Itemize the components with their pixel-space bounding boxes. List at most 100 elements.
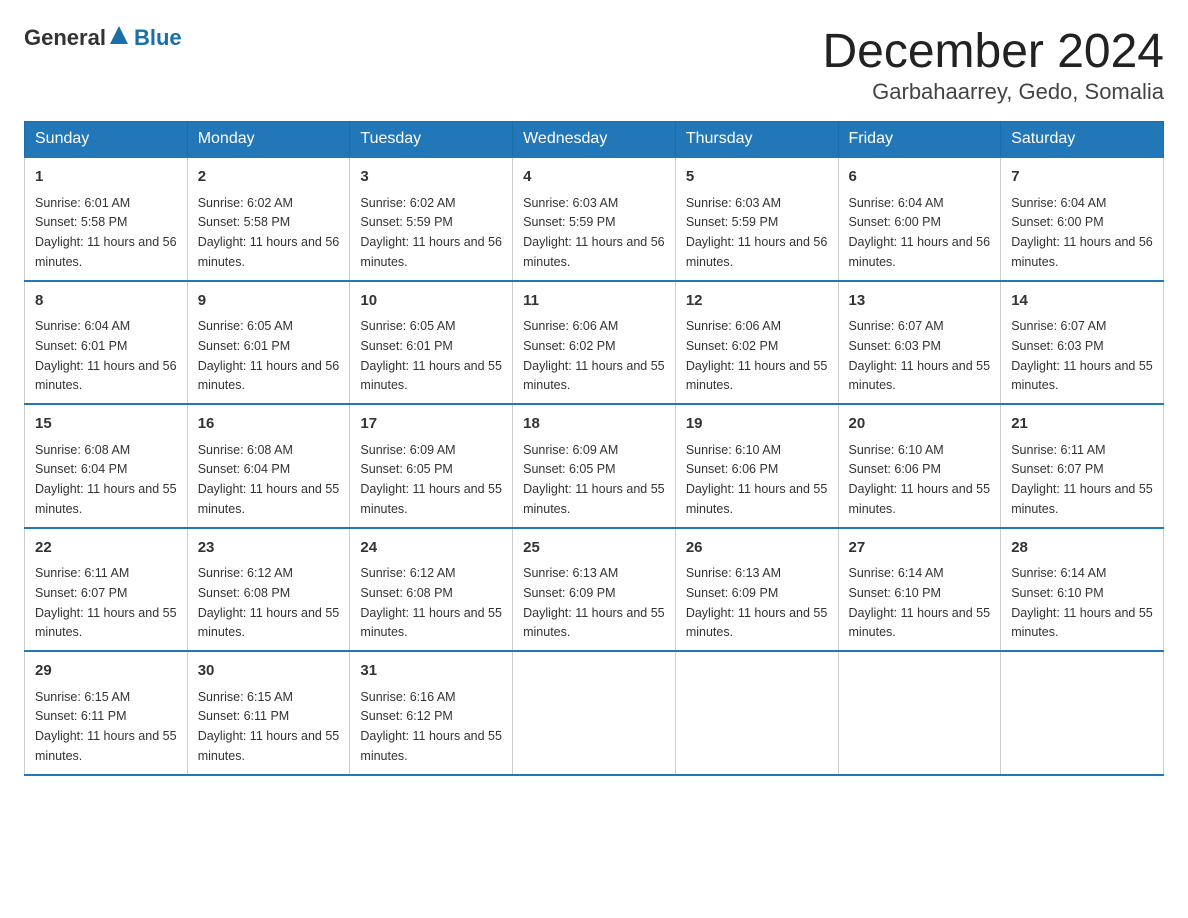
day-info: Sunrise: 6:05 AMSunset: 6:01 PMDaylight:… <box>198 319 340 392</box>
calendar-week-row: 22 Sunrise: 6:11 AMSunset: 6:07 PMDaylig… <box>25 528 1164 652</box>
day-number: 8 <box>35 290 177 313</box>
day-number: 3 <box>360 166 502 189</box>
logo-triangle-icon <box>108 24 130 46</box>
day-number: 12 <box>686 290 828 313</box>
calendar-header-row: SundayMondayTuesdayWednesdayThursdayFrid… <box>25 122 1164 158</box>
day-info: Sunrise: 6:12 AMSunset: 6:08 PMDaylight:… <box>198 566 340 639</box>
calendar-cell: 15 Sunrise: 6:08 AMSunset: 6:04 PMDaylig… <box>25 404 188 528</box>
calendar-cell: 31 Sunrise: 6:16 AMSunset: 6:12 PMDaylig… <box>350 651 513 775</box>
day-number: 30 <box>198 660 340 683</box>
calendar-cell: 10 Sunrise: 6:05 AMSunset: 6:01 PMDaylig… <box>350 281 513 405</box>
calendar-cell: 27 Sunrise: 6:14 AMSunset: 6:10 PMDaylig… <box>838 528 1001 652</box>
day-number: 18 <box>523 413 665 436</box>
day-number: 9 <box>198 290 340 313</box>
day-number: 27 <box>849 537 991 560</box>
logo: General Blue <box>24 24 182 52</box>
calendar-cell: 20 Sunrise: 6:10 AMSunset: 6:06 PMDaylig… <box>838 404 1001 528</box>
day-info: Sunrise: 6:11 AMSunset: 6:07 PMDaylight:… <box>1011 443 1153 516</box>
calendar-cell: 9 Sunrise: 6:05 AMSunset: 6:01 PMDayligh… <box>187 281 350 405</box>
calendar-cell <box>675 651 838 775</box>
calendar-cell: 29 Sunrise: 6:15 AMSunset: 6:11 PMDaylig… <box>25 651 188 775</box>
day-number: 17 <box>360 413 502 436</box>
day-info: Sunrise: 6:04 AMSunset: 6:00 PMDaylight:… <box>849 196 991 269</box>
calendar-table: SundayMondayTuesdayWednesdayThursdayFrid… <box>24 121 1164 776</box>
calendar-cell: 19 Sunrise: 6:10 AMSunset: 6:06 PMDaylig… <box>675 404 838 528</box>
day-info: Sunrise: 6:15 AMSunset: 6:11 PMDaylight:… <box>35 690 177 763</box>
column-header-wednesday: Wednesday <box>513 122 676 158</box>
day-info: Sunrise: 6:13 AMSunset: 6:09 PMDaylight:… <box>523 566 665 639</box>
day-number: 15 <box>35 413 177 436</box>
day-info: Sunrise: 6:09 AMSunset: 6:05 PMDaylight:… <box>523 443 665 516</box>
day-number: 13 <box>849 290 991 313</box>
calendar-cell: 11 Sunrise: 6:06 AMSunset: 6:02 PMDaylig… <box>513 281 676 405</box>
day-info: Sunrise: 6:11 AMSunset: 6:07 PMDaylight:… <box>35 566 177 639</box>
day-info: Sunrise: 6:03 AMSunset: 5:59 PMDaylight:… <box>686 196 828 269</box>
logo-area: General Blue <box>24 24 182 52</box>
logo-blue-text: Blue <box>134 25 182 51</box>
calendar-cell: 23 Sunrise: 6:12 AMSunset: 6:08 PMDaylig… <box>187 528 350 652</box>
calendar-week-row: 15 Sunrise: 6:08 AMSunset: 6:04 PMDaylig… <box>25 404 1164 528</box>
day-info: Sunrise: 6:15 AMSunset: 6:11 PMDaylight:… <box>198 690 340 763</box>
title-area: December 2024 Garbahaarrey, Gedo, Somali… <box>822 24 1164 105</box>
day-number: 10 <box>360 290 502 313</box>
calendar-cell: 1 Sunrise: 6:01 AMSunset: 5:58 PMDayligh… <box>25 157 188 281</box>
day-number: 14 <box>1011 290 1153 313</box>
day-number: 23 <box>198 537 340 560</box>
column-header-friday: Friday <box>838 122 1001 158</box>
day-info: Sunrise: 6:13 AMSunset: 6:09 PMDaylight:… <box>686 566 828 639</box>
calendar-cell: 14 Sunrise: 6:07 AMSunset: 6:03 PMDaylig… <box>1001 281 1164 405</box>
calendar-cell: 30 Sunrise: 6:15 AMSunset: 6:11 PMDaylig… <box>187 651 350 775</box>
calendar-cell: 26 Sunrise: 6:13 AMSunset: 6:09 PMDaylig… <box>675 528 838 652</box>
calendar-cell: 25 Sunrise: 6:13 AMSunset: 6:09 PMDaylig… <box>513 528 676 652</box>
calendar-cell: 2 Sunrise: 6:02 AMSunset: 5:58 PMDayligh… <box>187 157 350 281</box>
calendar-cell: 16 Sunrise: 6:08 AMSunset: 6:04 PMDaylig… <box>187 404 350 528</box>
calendar-cell: 8 Sunrise: 6:04 AMSunset: 6:01 PMDayligh… <box>25 281 188 405</box>
calendar-cell: 21 Sunrise: 6:11 AMSunset: 6:07 PMDaylig… <box>1001 404 1164 528</box>
calendar-week-row: 8 Sunrise: 6:04 AMSunset: 6:01 PMDayligh… <box>25 281 1164 405</box>
column-header-tuesday: Tuesday <box>350 122 513 158</box>
day-number: 5 <box>686 166 828 189</box>
day-number: 6 <box>849 166 991 189</box>
day-info: Sunrise: 6:01 AMSunset: 5:58 PMDaylight:… <box>35 196 177 269</box>
calendar-week-row: 29 Sunrise: 6:15 AMSunset: 6:11 PMDaylig… <box>25 651 1164 775</box>
day-number: 25 <box>523 537 665 560</box>
column-header-saturday: Saturday <box>1001 122 1164 158</box>
day-number: 28 <box>1011 537 1153 560</box>
calendar-cell: 17 Sunrise: 6:09 AMSunset: 6:05 PMDaylig… <box>350 404 513 528</box>
day-number: 4 <box>523 166 665 189</box>
day-number: 11 <box>523 290 665 313</box>
column-header-monday: Monday <box>187 122 350 158</box>
calendar-cell: 24 Sunrise: 6:12 AMSunset: 6:08 PMDaylig… <box>350 528 513 652</box>
calendar-cell: 4 Sunrise: 6:03 AMSunset: 5:59 PMDayligh… <box>513 157 676 281</box>
calendar-cell: 18 Sunrise: 6:09 AMSunset: 6:05 PMDaylig… <box>513 404 676 528</box>
day-info: Sunrise: 6:16 AMSunset: 6:12 PMDaylight:… <box>360 690 502 763</box>
month-title: December 2024 <box>822 24 1164 79</box>
day-info: Sunrise: 6:08 AMSunset: 6:04 PMDaylight:… <box>198 443 340 516</box>
day-info: Sunrise: 6:04 AMSunset: 6:00 PMDaylight:… <box>1011 196 1153 269</box>
calendar-cell: 13 Sunrise: 6:07 AMSunset: 6:03 PMDaylig… <box>838 281 1001 405</box>
day-number: 22 <box>35 537 177 560</box>
day-number: 26 <box>686 537 828 560</box>
calendar-cell <box>513 651 676 775</box>
calendar-cell: 5 Sunrise: 6:03 AMSunset: 5:59 PMDayligh… <box>675 157 838 281</box>
calendar-cell <box>838 651 1001 775</box>
day-info: Sunrise: 6:14 AMSunset: 6:10 PMDaylight:… <box>849 566 991 639</box>
day-info: Sunrise: 6:07 AMSunset: 6:03 PMDaylight:… <box>849 319 991 392</box>
day-info: Sunrise: 6:14 AMSunset: 6:10 PMDaylight:… <box>1011 566 1153 639</box>
day-number: 21 <box>1011 413 1153 436</box>
calendar-cell: 28 Sunrise: 6:14 AMSunset: 6:10 PMDaylig… <box>1001 528 1164 652</box>
day-info: Sunrise: 6:09 AMSunset: 6:05 PMDaylight:… <box>360 443 502 516</box>
day-info: Sunrise: 6:02 AMSunset: 5:58 PMDaylight:… <box>198 196 340 269</box>
day-number: 2 <box>198 166 340 189</box>
day-number: 19 <box>686 413 828 436</box>
calendar-cell <box>1001 651 1164 775</box>
calendar-cell: 6 Sunrise: 6:04 AMSunset: 6:00 PMDayligh… <box>838 157 1001 281</box>
calendar-cell: 12 Sunrise: 6:06 AMSunset: 6:02 PMDaylig… <box>675 281 838 405</box>
day-info: Sunrise: 6:04 AMSunset: 6:01 PMDaylight:… <box>35 319 177 392</box>
column-header-sunday: Sunday <box>25 122 188 158</box>
day-number: 20 <box>849 413 991 436</box>
day-info: Sunrise: 6:06 AMSunset: 6:02 PMDaylight:… <box>523 319 665 392</box>
column-header-thursday: Thursday <box>675 122 838 158</box>
location-title: Garbahaarrey, Gedo, Somalia <box>822 79 1164 105</box>
day-info: Sunrise: 6:10 AMSunset: 6:06 PMDaylight:… <box>849 443 991 516</box>
